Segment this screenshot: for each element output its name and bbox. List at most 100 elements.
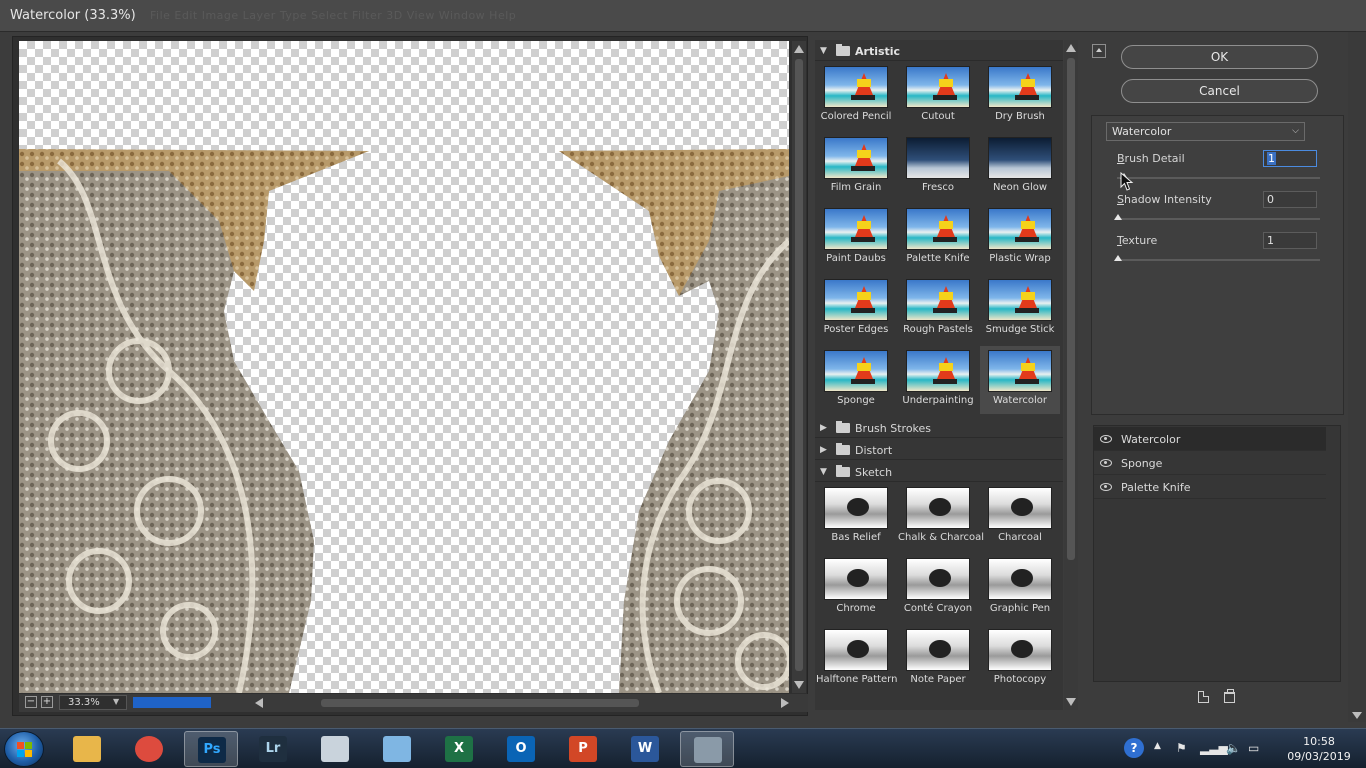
filter-thumbnail-palette-knife[interactable]: Palette Knife bbox=[898, 204, 978, 272]
filter-thumbnail-label: Bas Relief bbox=[831, 532, 881, 543]
filter-thumbnail-chrome[interactable]: Chrome bbox=[816, 554, 896, 622]
scroll-left-arrow-icon[interactable] bbox=[255, 698, 263, 708]
scrollbar-thumb[interactable] bbox=[795, 59, 803, 671]
filter-thumbnail-charcoal[interactable]: Charcoal bbox=[980, 483, 1060, 551]
filter-thumbnail-smudge-stick[interactable]: Smudge Stick bbox=[980, 275, 1060, 343]
taskbar-outlook[interactable]: O bbox=[494, 731, 548, 767]
filter-thumbnail-halftone-pattern[interactable]: Halftone Pattern bbox=[816, 625, 897, 693]
filter-thumbnail-fresco[interactable]: Fresco bbox=[898, 133, 978, 201]
filter-thumbnail-plastic-wrap[interactable]: Plastic Wrap bbox=[980, 204, 1060, 272]
collapse-gallery-button[interactable] bbox=[1092, 44, 1106, 58]
slider-knob[interactable] bbox=[1114, 214, 1122, 220]
taskbar-lightroom[interactable]: Lr bbox=[246, 731, 300, 767]
texture-slider[interactable] bbox=[1114, 255, 1320, 261]
texture-input[interactable]: 1 bbox=[1263, 232, 1317, 249]
mouse-cursor-icon bbox=[1120, 172, 1134, 191]
filter-thumbnail-cont-crayon[interactable]: Conté Crayon bbox=[898, 554, 978, 622]
effect-layer-row[interactable]: Watercolor bbox=[1094, 427, 1326, 451]
visibility-eye-icon[interactable] bbox=[1100, 483, 1112, 491]
help-icon[interactable]: ? bbox=[1124, 738, 1144, 758]
show-hidden-icons-icon[interactable]: ▲ bbox=[1154, 741, 1161, 751]
filter-preview-image bbox=[988, 66, 1052, 108]
taskbar-notepad[interactable] bbox=[370, 731, 424, 767]
shadow-intensity-input[interactable]: 0 bbox=[1263, 191, 1317, 208]
effect-layer-row[interactable]: Palette Knife bbox=[1094, 475, 1326, 499]
delete-effect-layer-icon[interactable] bbox=[1224, 689, 1235, 703]
filter-thumbnail-sponge[interactable]: Sponge bbox=[816, 346, 896, 414]
taskbar-powerpoint[interactable]: P bbox=[556, 731, 610, 767]
brush-detail-input[interactable]: 1 bbox=[1263, 150, 1317, 167]
filter-thumbnail-label: Colored Pencil bbox=[820, 111, 892, 122]
windows-logo-icon bbox=[17, 742, 33, 758]
cancel-button[interactable]: Cancel bbox=[1121, 79, 1318, 103]
word-icon: W bbox=[631, 736, 659, 762]
scrollbar-thumb[interactable] bbox=[321, 699, 639, 707]
filter-thumbnail-graphic-pen[interactable]: Graphic Pen bbox=[980, 554, 1060, 622]
new-effect-layer-icon[interactable] bbox=[1198, 691, 1209, 703]
filter-thumbnail-film-grain[interactable]: Film Grain bbox=[816, 133, 896, 201]
filter-thumbnail-note-paper[interactable]: Note Paper bbox=[898, 625, 978, 693]
network-signal-icon[interactable]: ▂▃▅ bbox=[1200, 741, 1228, 755]
scroll-down-arrow-icon[interactable] bbox=[1066, 698, 1076, 706]
start-button[interactable] bbox=[4, 731, 44, 767]
category-sketch[interactable]: ▼ Sketch bbox=[815, 462, 1063, 482]
category-distort[interactable]: ▶ Distort bbox=[815, 440, 1063, 460]
taskbar-photoshop[interactable]: Ps bbox=[184, 731, 238, 767]
collapsed-triangle-icon: ▶ bbox=[820, 445, 827, 455]
power-icon[interactable]: ▭ bbox=[1248, 741, 1259, 755]
folder-icon bbox=[836, 465, 850, 477]
filter-thumbnail-photocopy[interactable]: Photocopy bbox=[980, 625, 1060, 693]
zoom-out-button[interactable]: − bbox=[25, 696, 37, 708]
action-center-flag-icon[interactable]: ⚑ bbox=[1176, 741, 1187, 755]
gallery-scrollbar[interactable] bbox=[1064, 40, 1078, 710]
chevron-down-icon[interactable]: ▼ bbox=[113, 697, 119, 706]
preview-vertical-scrollbar[interactable] bbox=[792, 41, 806, 693]
shadow-intensity-slider[interactable] bbox=[1114, 214, 1320, 220]
system-clock[interactable]: 10:58 09/03/2019 bbox=[1282, 734, 1356, 764]
taskbar-chrome[interactable] bbox=[122, 731, 176, 767]
filter-select-dropdown[interactable]: Watercolor ⌵ bbox=[1106, 122, 1305, 141]
filter-thumbnail-neon-glow[interactable]: Neon Glow bbox=[980, 133, 1060, 201]
category-artistic[interactable]: ▼ Artistic bbox=[815, 41, 1063, 61]
taskbar-excel[interactable]: X bbox=[432, 731, 486, 767]
brush-detail-value: 1 bbox=[1267, 152, 1276, 165]
taskbar-word[interactable]: W bbox=[618, 731, 672, 767]
brush-detail-slider[interactable] bbox=[1117, 173, 1320, 179]
filter-thumbnail-label: Plastic Wrap bbox=[989, 253, 1051, 264]
filter-thumbnail-label: Neon Glow bbox=[992, 182, 1048, 193]
filter-thumbnail-label: Watercolor bbox=[993, 395, 1047, 406]
visibility-eye-icon[interactable] bbox=[1100, 435, 1112, 443]
scroll-down-arrow-icon[interactable] bbox=[1352, 712, 1362, 719]
scroll-down-arrow-icon[interactable] bbox=[794, 681, 804, 689]
visibility-eye-icon[interactable] bbox=[1100, 459, 1112, 467]
scroll-up-arrow-icon[interactable] bbox=[1066, 44, 1076, 52]
filter-thumbnail-chalk-charcoal[interactable]: Chalk & Charcoal bbox=[898, 483, 984, 551]
filter-thumbnail-colored-pencil[interactable]: Colored Pencil bbox=[816, 62, 896, 130]
scroll-right-arrow-icon[interactable] bbox=[781, 698, 789, 708]
filter-thumbnail-label: Rough Pastels bbox=[903, 324, 973, 335]
taskbar-calculator[interactable] bbox=[680, 731, 734, 767]
ok-button[interactable]: OK bbox=[1121, 45, 1318, 69]
taskbar-snipping[interactable] bbox=[308, 731, 362, 767]
filter-thumbnail-dry-brush[interactable]: Dry Brush bbox=[980, 62, 1060, 130]
filter-thumbnail-paint-daubs[interactable]: Paint Daubs bbox=[816, 204, 896, 272]
slider-knob[interactable] bbox=[1114, 255, 1122, 261]
scrollbar-thumb[interactable] bbox=[1067, 58, 1075, 560]
category-brush-strokes[interactable]: ▶ Brush Strokes bbox=[815, 418, 1063, 438]
window-right-scroll-edge bbox=[1348, 32, 1366, 722]
zoom-in-button[interactable]: + bbox=[41, 696, 53, 708]
filter-thumbnail-bas-relief[interactable]: Bas Relief bbox=[816, 483, 896, 551]
taskbar-explorer[interactable] bbox=[60, 731, 114, 767]
volume-icon[interactable]: 🔈 bbox=[1226, 741, 1241, 755]
filter-thumbnail-cutout[interactable]: Cutout bbox=[898, 62, 978, 130]
effect-layer-row[interactable]: Sponge bbox=[1094, 451, 1326, 475]
preview-horizontal-scrollbar[interactable] bbox=[253, 696, 789, 709]
filter-thumbnail-rough-pastels[interactable]: Rough Pastels bbox=[898, 275, 978, 343]
filter-thumbnail-underpainting[interactable]: Underpainting bbox=[898, 346, 978, 414]
filter-thumbnail-watercolor[interactable]: Watercolor bbox=[980, 346, 1060, 414]
filter-thumbnail-poster-edges[interactable]: Poster Edges bbox=[816, 275, 896, 343]
shadow-intensity-label: Shadow Intensity bbox=[1117, 193, 1212, 206]
preview-canvas[interactable] bbox=[19, 41, 789, 693]
scroll-up-arrow-icon[interactable] bbox=[794, 45, 804, 53]
filter-preview-image bbox=[988, 208, 1052, 250]
